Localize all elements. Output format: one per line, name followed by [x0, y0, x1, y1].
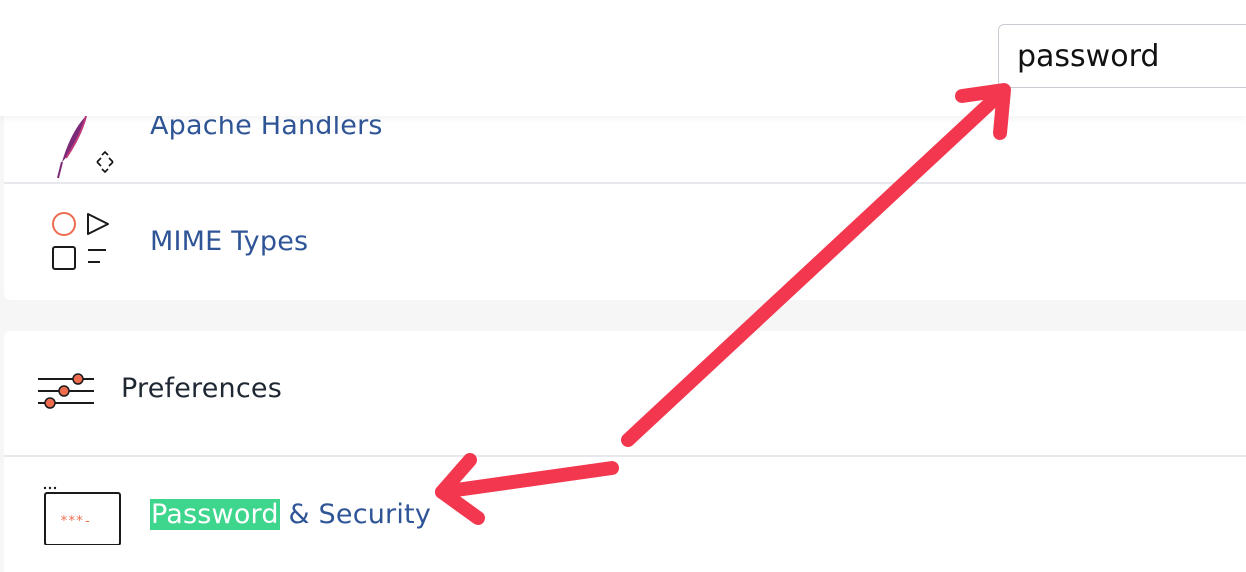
header-bar [0, 0, 1246, 116]
mime-types-link[interactable]: MIME Types [150, 226, 308, 257]
preferences-header[interactable]: Preferences [4, 331, 1246, 457]
apache-feather-icon [57, 115, 114, 179]
list-item-password-security[interactable]: ***- Password & Security [4, 457, 1246, 572]
list-item-mime-types[interactable]: MIME Types [4, 184, 1246, 300]
password-security-link[interactable]: Password & Security [150, 499, 431, 530]
tools-card-preferences: Preferences ***- Password & Security [4, 331, 1246, 572]
svg-text:***-: ***- [60, 514, 91, 529]
password-security-label-rest: & Security [279, 499, 432, 530]
page: Apache Handlers MIME Types Pre [0, 0, 1246, 572]
password-window-icon: ***- [43, 486, 121, 545]
tools-card-advanced: Apache Handlers MIME Types [4, 96, 1246, 300]
search-match-highlight: Password [150, 499, 280, 530]
preferences-title: Preferences [121, 373, 282, 404]
search-input[interactable] [998, 24, 1246, 88]
sliders-icon [38, 373, 94, 409]
mime-types-icon [52, 212, 109, 270]
